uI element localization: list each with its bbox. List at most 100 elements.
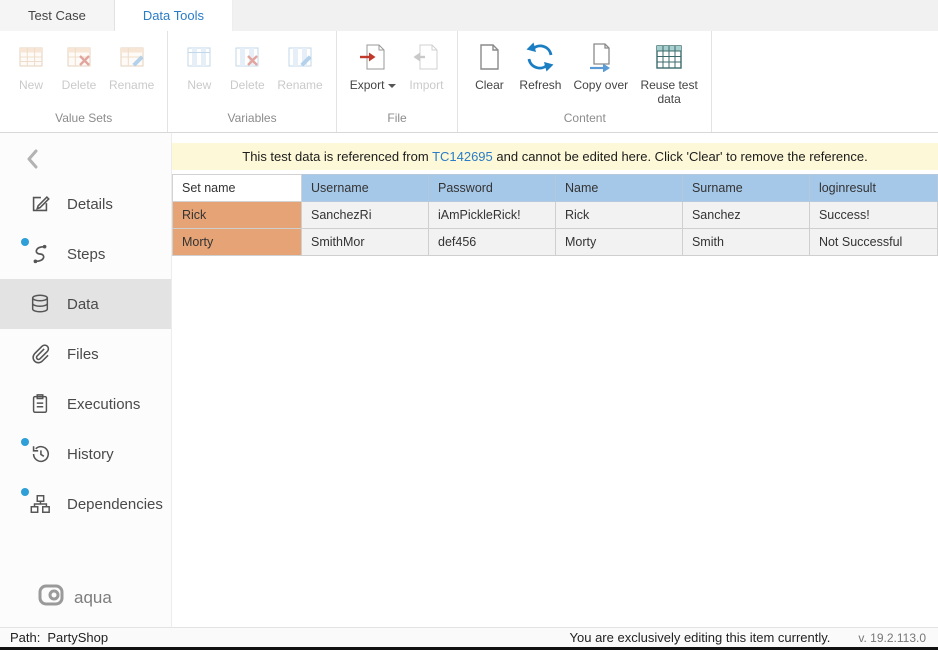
clear-button[interactable]: Clear xyxy=(468,38,510,95)
button-label: Rename xyxy=(109,78,154,92)
value-sets-new-button[interactable]: New xyxy=(10,38,52,95)
history-clock-icon xyxy=(28,442,52,466)
sidebar-nav: Details Steps Data xyxy=(0,179,171,529)
version-label: v. 19.2.113.0 xyxy=(858,631,926,645)
table-cell[interactable]: Morty xyxy=(555,229,682,256)
table-delete-icon xyxy=(63,41,95,73)
sidebar-item-label: Executions xyxy=(67,396,140,413)
copy-over-button[interactable]: Copy over xyxy=(570,38,631,95)
button-label: New xyxy=(187,78,211,92)
sidebar-item-label: Files xyxy=(67,346,99,363)
ribbon-group-content: Clear Refresh Copy over xyxy=(458,31,712,132)
button-label: Delete xyxy=(62,78,97,92)
path-label: Path: xyxy=(10,630,40,645)
main-content: This test data is referenced from TC1426… xyxy=(172,133,938,627)
variables-new-button[interactable]: New xyxy=(178,38,220,95)
editing-status-message: You are exclusively editing this item cu… xyxy=(570,630,831,645)
ribbon-group-variables: New Delete Rename Variables xyxy=(168,31,336,132)
table-cell[interactable]: Sanchez xyxy=(682,202,809,229)
button-label: Copy over xyxy=(573,78,628,92)
back-button[interactable] xyxy=(0,133,171,179)
group-label-file: File xyxy=(337,111,458,131)
sidebar-item-history[interactable]: History xyxy=(0,429,171,479)
reference-banner: This test data is referenced from TC1426… xyxy=(172,143,938,170)
database-icon xyxy=(28,292,52,316)
set-name-cell[interactable]: Morty xyxy=(173,229,302,256)
banner-text-before: This test data is referenced from xyxy=(242,149,432,164)
tabbar-filler xyxy=(233,0,938,31)
table-cell[interactable]: Rick xyxy=(555,202,682,229)
table-row: Morty SmithMor def456 Morty Smith Not Su… xyxy=(173,229,938,256)
button-label: Import xyxy=(409,78,443,92)
app-window: Test Case Data Tools New Delete xyxy=(0,0,938,650)
refresh-button[interactable]: Refresh xyxy=(516,38,564,95)
table-cell[interactable]: Success! xyxy=(809,202,937,229)
status-bar: Path: PartyShop You are exclusively edit… xyxy=(0,627,938,647)
tab-test-case[interactable]: Test Case xyxy=(0,0,115,31)
group-label-variables: Variables xyxy=(168,111,335,131)
column-header-surname: Surname xyxy=(682,175,809,202)
table-cell[interactable]: SmithMor xyxy=(302,229,429,256)
aqua-logo-icon xyxy=(38,584,64,611)
value-sets-delete-button[interactable]: Delete xyxy=(58,38,100,95)
refresh-icon xyxy=(524,41,556,73)
table-new-icon xyxy=(15,41,47,73)
paperclip-icon xyxy=(28,342,52,366)
table-row: Rick SanchezRi iAmPickleRick! Rick Sanch… xyxy=(173,202,938,229)
details-icon xyxy=(28,192,52,216)
dependencies-tree-icon xyxy=(28,492,52,516)
group-label-content: Content xyxy=(458,111,711,131)
button-label: Refresh xyxy=(519,78,561,92)
sidebar-item-label: Data xyxy=(67,296,99,313)
value-sets-rename-button[interactable]: Rename xyxy=(106,38,157,95)
button-label: Delete xyxy=(230,78,265,92)
variables-delete-button[interactable]: Delete xyxy=(226,38,268,95)
executions-icon xyxy=(28,392,52,416)
table-cell[interactable]: Smith xyxy=(682,229,809,256)
sidebar-item-details[interactable]: Details xyxy=(0,179,171,229)
reuse-test-data-button[interactable]: Reuse test data xyxy=(637,38,701,110)
table-header-row: Set name Username Password Name Surname … xyxy=(173,175,938,202)
notification-dot xyxy=(21,238,29,246)
breadcrumb: Path: PartyShop xyxy=(10,630,108,645)
button-label: Clear xyxy=(475,78,504,92)
aqua-logo: aqua xyxy=(38,584,112,611)
path-value: PartyShop xyxy=(47,630,108,645)
dropdown-caret-icon xyxy=(388,84,396,88)
ribbon-group-file: Export Import File xyxy=(337,31,459,132)
table-cell[interactable]: Not Successful xyxy=(809,229,937,256)
sidebar-item-executions[interactable]: Executions xyxy=(0,379,171,429)
test-data-table: Set name Username Password Name Surname … xyxy=(172,174,938,256)
sidebar-item-dependencies[interactable]: Dependencies xyxy=(0,479,171,529)
tab-data-tools[interactable]: Data Tools xyxy=(115,0,233,31)
sidebar-item-files[interactable]: Files xyxy=(0,329,171,379)
columns-new-icon xyxy=(183,41,215,73)
ribbon-group-value-sets: New Delete Rename Value Sets xyxy=(0,31,168,132)
button-label: Reuse test data xyxy=(640,78,698,107)
group-label-value-sets: Value Sets xyxy=(0,111,167,131)
sidebar-item-steps[interactable]: Steps xyxy=(0,229,171,279)
sidebar-item-data[interactable]: Data xyxy=(0,279,171,329)
table-cell[interactable]: SanchezRi xyxy=(302,202,429,229)
variables-rename-button[interactable]: Rename xyxy=(274,38,325,95)
export-button[interactable]: Export xyxy=(347,38,400,95)
clear-page-icon xyxy=(473,41,505,73)
table-cell[interactable]: iAmPickleRick! xyxy=(429,202,556,229)
sidebar-item-label: Steps xyxy=(67,246,105,263)
ribbon: New Delete Rename Value Sets xyxy=(0,31,938,133)
workspace: Details Steps Data xyxy=(0,133,938,627)
chevron-left-icon xyxy=(26,157,38,172)
columns-delete-icon xyxy=(231,41,263,73)
column-header-password: Password xyxy=(429,175,556,202)
import-button[interactable]: Import xyxy=(405,38,447,95)
table-cell[interactable]: def456 xyxy=(429,229,556,256)
notification-dot xyxy=(21,438,29,446)
column-header-username: Username xyxy=(302,175,429,202)
sidebar-item-label: Details xyxy=(67,196,113,213)
set-name-cell[interactable]: Rick xyxy=(173,202,302,229)
ribbon-tabbar: Test Case Data Tools xyxy=(0,0,938,31)
tc-reference-link[interactable]: TC142695 xyxy=(432,149,493,164)
button-label: New xyxy=(19,78,43,92)
column-header-set-name: Set name xyxy=(173,175,302,202)
button-label: Export xyxy=(350,78,397,92)
